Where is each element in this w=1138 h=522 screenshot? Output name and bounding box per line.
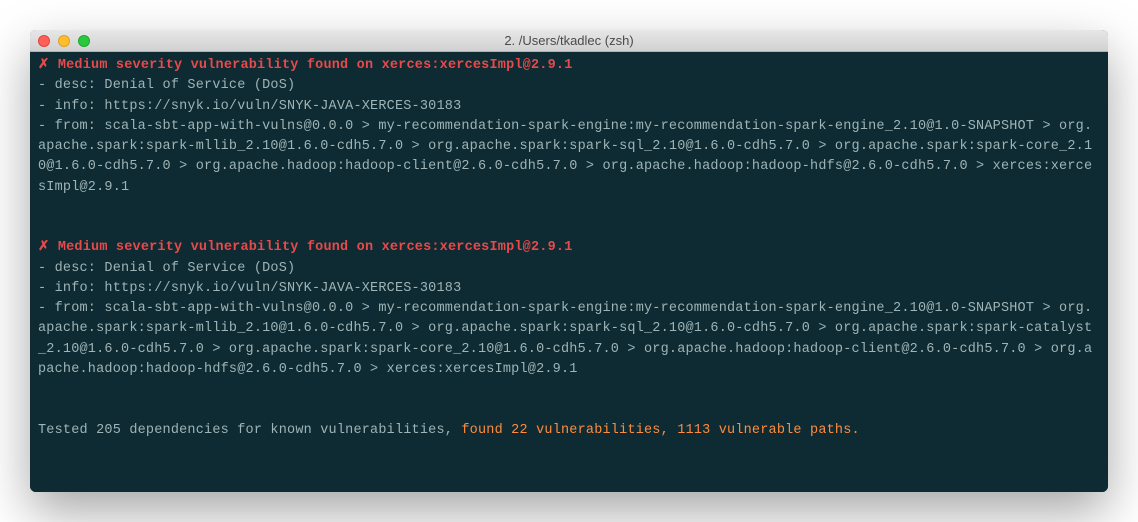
vuln-header: ✗ Medium severity vulnerability found on… <box>38 240 573 255</box>
vuln-from: - from: scala-sbt-app-with-vulns@0.0.0 >… <box>38 119 1092 195</box>
close-icon[interactable] <box>38 35 50 47</box>
vuln-from: - from: scala-sbt-app-with-vulns@0.0.0 >… <box>38 301 1092 377</box>
terminal-output[interactable]: ✗ Medium severity vulnerability found on… <box>30 52 1108 492</box>
vuln-header: ✗ Medium severity vulnerability found on… <box>38 58 573 73</box>
titlebar: 2. /Users/tkadlec (zsh) <box>30 30 1108 52</box>
summary-highlight: found 22 vulnerabilities, 1113 vulnerabl… <box>461 423 859 438</box>
summary-prefix: Tested 205 dependencies for known vulner… <box>38 423 461 438</box>
minimize-icon[interactable] <box>58 35 70 47</box>
window-title: 2. /Users/tkadlec (zsh) <box>30 33 1108 48</box>
traffic-lights <box>38 35 90 47</box>
vuln-desc: - desc: Denial of Service (DoS) <box>38 261 295 276</box>
vuln-info: - info: https://snyk.io/vuln/SNYK-JAVA-X… <box>38 281 461 296</box>
terminal-window: 2. /Users/tkadlec (zsh) ✗ Medium severit… <box>30 30 1108 492</box>
vuln-desc: - desc: Denial of Service (DoS) <box>38 78 295 93</box>
maximize-icon[interactable] <box>78 35 90 47</box>
vuln-info: - info: https://snyk.io/vuln/SNYK-JAVA-X… <box>38 99 461 114</box>
